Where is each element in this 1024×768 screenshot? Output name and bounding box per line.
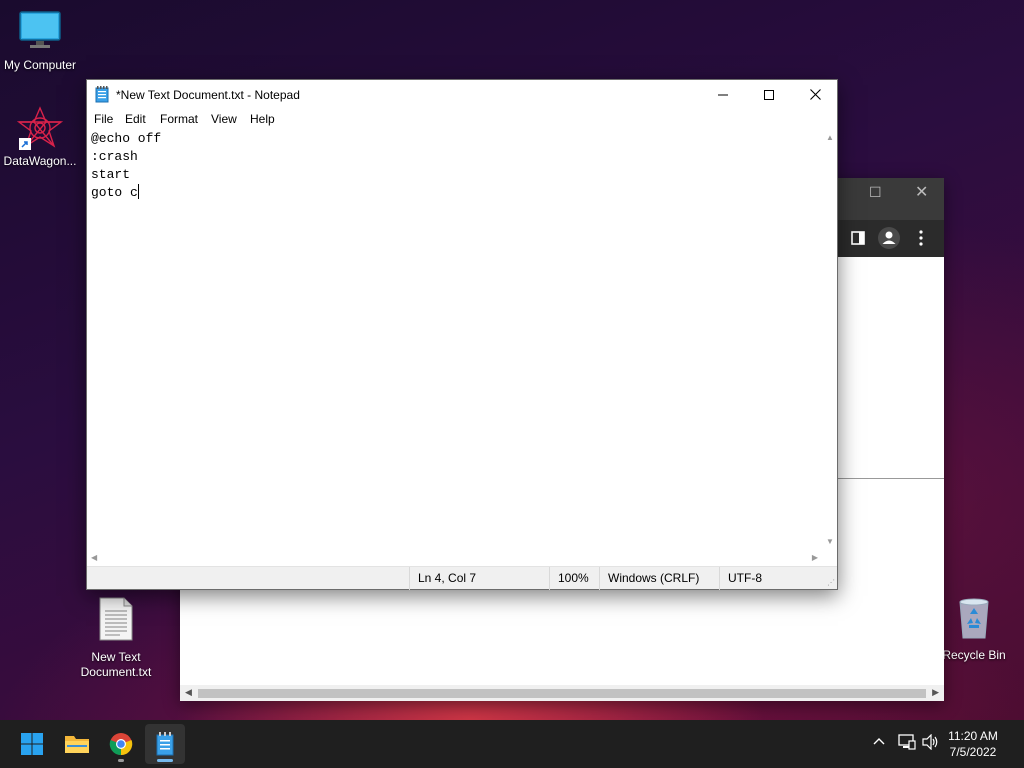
active-indicator [157,759,173,762]
desktop-icon-datawagon[interactable]: DataWagon... [0,106,80,169]
scroll-up-icon[interactable]: ▲ [826,133,834,142]
desktop-icon-label: My Computer [3,58,77,72]
shortcut-arrow-icon [19,138,31,150]
maximize-button[interactable] [746,80,792,109]
text-line: start [91,167,131,182]
menu-format[interactable]: Format [160,112,198,126]
content-divider [838,478,944,479]
text-line: :crash [91,149,138,164]
recycle-bin-icon [934,596,1014,644]
more-menu-icon[interactable] [918,230,924,249]
monitor-icon [0,10,80,54]
status-zoom: 100% [549,567,599,590]
desktop-icon-recycle-bin[interactable]: Recycle Bin [934,596,1014,663]
notepad-window[interactable]: *New Text Document.txt - Notepad File Ed… [86,79,838,590]
resize-grip-icon[interactable]: ⋰ [827,578,835,587]
file-explorer-icon [65,736,89,753]
notepad-icon [156,732,174,756]
maximize-icon [764,89,774,100]
menu-file[interactable]: File [94,112,113,126]
scroll-left-icon[interactable]: ◀ [91,553,97,562]
taskbar-notepad[interactable] [145,724,185,764]
scroll-down-icon[interactable]: ▼ [826,537,834,546]
scrollbar-corner [822,550,837,566]
window-title: *New Text Document.txt - Notepad [116,88,300,102]
close-button[interactable] [792,80,838,109]
show-hidden-icons-chevron-icon[interactable] [872,734,886,751]
system-clock[interactable]: 11:20 AM 7/5/2022 [938,728,1008,760]
clock-time: 11:20 AM [948,729,998,743]
text-file-icon [76,596,156,646]
menu-view[interactable]: View [211,112,237,126]
desktop-icon-label: Recycle Bin [942,648,1006,662]
scroll-left-icon[interactable]: ◀ [185,687,192,698]
minimize-button[interactable] [700,80,746,109]
scroll-right-icon[interactable]: ▶ [932,687,939,698]
start-button[interactable] [12,724,52,764]
status-encoding: UTF-8 [719,567,819,590]
taskbar-chrome[interactable] [101,724,141,764]
menu-bar: File Edit Format View Help [87,109,837,129]
notepad-titlebar[interactable]: *New Text Document.txt - Notepad [87,80,837,109]
network-icon[interactable] [898,734,916,753]
taskbar-file-explorer[interactable] [57,724,97,764]
text-editor-area[interactable]: @echo off :crash start goto c [87,129,822,550]
profile-icon[interactable] [878,227,900,252]
maximize-icon[interactable]: ☐ [869,184,882,201]
vertical-scrollbar[interactable]: ▲ ▼ [822,129,837,550]
text-line: goto c [91,185,138,200]
minimize-icon [718,94,728,95]
notepad-app-icon [95,86,109,106]
side-panel-icon[interactable] [851,231,865,248]
start-icon [21,733,43,755]
running-indicator [118,759,124,762]
scroll-right-icon[interactable]: ▶ [812,553,818,562]
text-cursor [137,184,139,199]
desktop-icon-new-text-document[interactable]: New Text Document.txt [76,596,156,680]
clock-date: 7/5/2022 [949,745,997,759]
horizontal-scrollbar[interactable]: ◀ ▶ [87,550,822,566]
status-bar: Ln 4, Col 7 100% Windows (CRLF) UTF-8 ⋰ [87,566,837,590]
menu-help[interactable]: Help [250,112,275,126]
browser-horizontal-scrollbar[interactable]: ◀ ▶ [180,685,944,701]
chrome-icon [109,733,133,756]
close-icon [809,89,821,100]
taskbar: 11:20 AM 7/5/2022 [0,720,1024,768]
datawagon-shortcut-icon [16,106,64,150]
desktop-icon-label: New Text Document.txt [80,650,152,679]
close-icon[interactable]: ✕ [915,182,928,202]
desktop-icon-label: DataWagon... [3,154,77,168]
status-cursor-position: Ln 4, Col 7 [409,567,549,590]
desktop-icon-my-computer[interactable]: My Computer [0,10,80,73]
text-line: @echo off [91,131,162,146]
status-line-ending: Windows (CRLF) [599,567,719,590]
menu-edit[interactable]: Edit [125,112,146,126]
scroll-thumb[interactable] [198,689,926,698]
